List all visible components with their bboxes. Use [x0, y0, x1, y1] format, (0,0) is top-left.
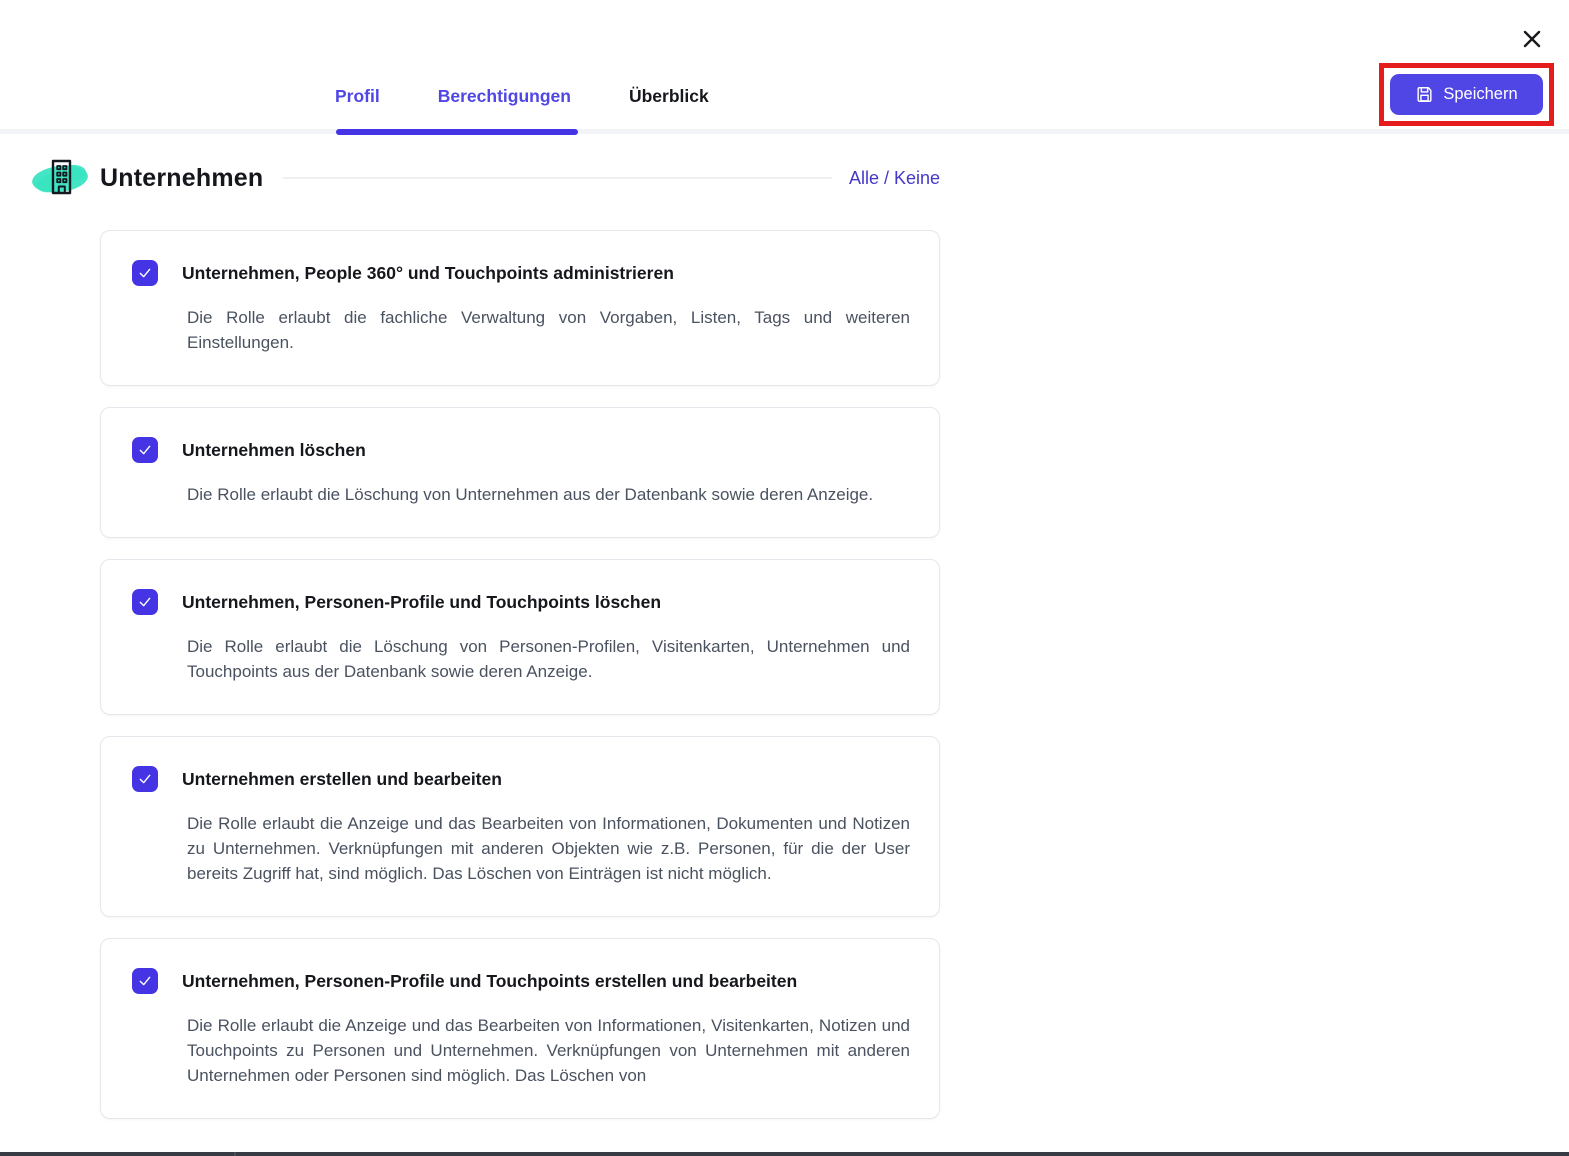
permission-title: Unternehmen erstellen und bearbeiten	[182, 768, 502, 789]
permission-description: Die Rolle erlaubt die Löschung von Unter…	[187, 485, 874, 504]
permission-title: Unternehmen, People 360° und Touchpoints…	[182, 262, 674, 283]
tab-profil[interactable]: Profil	[335, 82, 380, 110]
permission-checkbox[interactable]	[132, 589, 158, 615]
permission-card: Unternehmen löschen Die Rolle erlaubt di…	[100, 407, 940, 538]
tab-bar: Profil Berechtigungen Überblick	[335, 82, 709, 110]
checkmark-icon	[137, 771, 153, 787]
permission-title: Unternehmen, Personen-Profile und Touchp…	[182, 591, 662, 612]
building-icon	[30, 153, 92, 203]
permission-card: Unternehmen, Personen-Profile und Touchp…	[100, 938, 940, 1119]
permission-description: Die Rolle erlaubt die Anzeige und das Be…	[187, 1016, 910, 1085]
permission-title: Unternehmen löschen	[182, 439, 366, 460]
section-title: Unternehmen	[100, 163, 264, 192]
bottom-edge-bar	[0, 1152, 1569, 1156]
permission-card: Unternehmen erstellen und bearbeiten Die…	[100, 736, 940, 917]
active-tab-indicator	[336, 129, 578, 135]
close-button[interactable]	[1516, 24, 1548, 56]
checkmark-icon	[137, 265, 153, 281]
permission-card: Unternehmen, Personen-Profile und Touchp…	[100, 559, 940, 715]
permission-checkbox[interactable]	[132, 437, 158, 463]
checkmark-icon	[137, 442, 153, 458]
checkmark-icon	[137, 973, 153, 989]
section-header: Unternehmen Alle / Keine	[30, 152, 940, 204]
save-button-label: Speichern	[1443, 85, 1518, 103]
permission-checkbox[interactable]	[132, 968, 158, 994]
tab-berechtigungen[interactable]: Berechtigungen	[438, 82, 571, 110]
permission-title: Unternehmen, Personen-Profile und Touchp…	[182, 970, 798, 991]
save-button[interactable]: Speichern	[1390, 74, 1543, 115]
checkmark-icon	[137, 594, 153, 610]
permission-checkbox[interactable]	[132, 260, 158, 286]
tab--berblick[interactable]: Überblick	[629, 82, 709, 110]
permissions-list: Unternehmen, People 360° und Touchpoints…	[100, 230, 940, 1119]
floppy-disk-icon	[1415, 85, 1434, 104]
permission-checkbox[interactable]	[132, 766, 158, 792]
close-icon	[1521, 28, 1543, 53]
annotation-highlight-box: Speichern	[1379, 63, 1554, 126]
permission-description: Die Rolle erlaubt die Anzeige und das Be…	[187, 814, 910, 883]
section-divider	[283, 177, 832, 179]
tab-track	[0, 129, 1569, 134]
permission-description: Die Rolle erlaubt die Löschung von Perso…	[187, 637, 910, 681]
permission-description: Die Rolle erlaubt die fachliche Verwaltu…	[187, 308, 910, 352]
select-all-none-link[interactable]: Alle / Keine	[849, 168, 940, 189]
permission-card: Unternehmen, People 360° und Touchpoints…	[100, 230, 940, 386]
